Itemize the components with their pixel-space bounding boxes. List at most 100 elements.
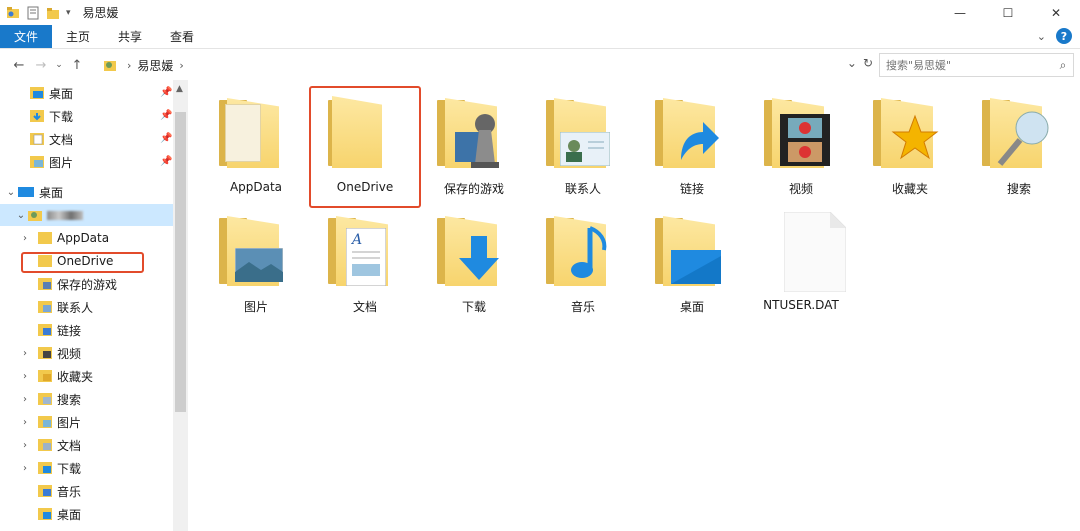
expand-chevron-icon[interactable]: › <box>18 348 32 359</box>
forward-button[interactable]: → <box>30 54 52 76</box>
nav-scroll-up-icon[interactable]: ▲ <box>176 84 183 94</box>
nav-label: 音乐 <box>57 484 82 499</box>
nav-child-item[interactable]: › 搜索 <box>18 388 81 410</box>
up-button[interactable]: ↑ <box>66 54 88 76</box>
download-folder-icon <box>30 110 44 122</box>
collapse-chevron-icon[interactable]: ⌄ <box>4 187 18 198</box>
nav-child-item[interactable]: › 下载 <box>18 457 81 479</box>
address-bar[interactable]: › 易思媛 › ⌄ ↻ <box>102 53 874 77</box>
pictures-folder-icon <box>211 210 301 292</box>
nav-child-item[interactable]: 音乐 <box>18 480 81 502</box>
folder-icon <box>38 347 52 359</box>
file-label: 链接 <box>679 182 704 196</box>
nav-quick-documents[interactable]: 文档 <box>30 128 73 150</box>
nav-quick-downloads[interactable]: 下载 <box>30 105 73 127</box>
quick-access-dropdown-icon[interactable]: ▾ <box>66 8 71 18</box>
address-dropdown-icon[interactable]: ⌄ <box>847 56 857 70</box>
nav-label: AppData <box>57 231 110 245</box>
nav-scrollbar-thumb[interactable] <box>175 112 186 412</box>
search-icon[interactable]: ⌕ <box>1053 58 1073 73</box>
nav-child-item[interactable]: 联系人 <box>18 296 93 318</box>
expand-chevron-icon[interactable]: › <box>18 440 32 451</box>
file-label: NTUSER.DAT <box>763 298 839 312</box>
file-item[interactable]: NTUSER.DAT <box>746 210 856 320</box>
file-item[interactable]: 联系人 <box>528 92 638 202</box>
pictures-folder-icon <box>30 156 44 168</box>
folder-icon <box>38 462 52 474</box>
collapse-chevron-icon[interactable]: ⌄ <box>14 210 28 221</box>
file-label: 搜索 <box>1006 182 1031 196</box>
file-label: 保存的游戏 <box>443 182 504 196</box>
nav-child-item[interactable]: › 视频 <box>18 342 81 364</box>
file-label: AppData <box>229 180 283 194</box>
annotation-highlight <box>309 86 421 208</box>
nav-quick-pictures[interactable]: 图片 <box>30 151 73 173</box>
pin-icon[interactable]: 📌 <box>160 133 172 144</box>
expand-chevron-icon[interactable]: › <box>18 371 32 382</box>
folder-icon <box>38 232 52 244</box>
saved-games-folder-icon <box>429 92 519 174</box>
refresh-icon[interactable]: ↻ <box>863 56 873 70</box>
file-item[interactable]: 收藏夹 <box>855 92 965 202</box>
nav-child-item[interactable]: › 收藏夹 <box>18 365 93 387</box>
nav-child-item[interactable]: › 图片 <box>18 411 81 433</box>
videos-folder-icon <box>756 92 846 174</box>
nav-child-item[interactable]: 保存的游戏 <box>18 273 117 295</box>
file-item[interactable]: 下载 <box>419 210 529 320</box>
close-button[interactable]: ✕ <box>1032 0 1080 25</box>
pin-icon[interactable]: 📌 <box>160 110 172 121</box>
ribbon-tabs: 文件 主页 共享 查看 ⌄ ? <box>0 25 1080 49</box>
file-item[interactable]: 桌面 <box>637 210 747 320</box>
tab-home[interactable]: 主页 <box>52 25 104 48</box>
file-label: 视频 <box>788 182 813 196</box>
breadcrumb-item[interactable]: 易思媛 <box>137 57 173 74</box>
back-button[interactable]: ← <box>8 54 30 76</box>
appdata-folder-icon <box>211 92 301 174</box>
file-item[interactable]: 图片 <box>201 210 311 320</box>
nav-label: 保存的游戏 <box>57 277 118 292</box>
folder-icon <box>38 370 52 382</box>
expand-chevron-icon[interactable]: › <box>18 394 32 405</box>
nav-child-item[interactable]: 桌面 <box>18 503 81 525</box>
folder-icon <box>38 416 52 428</box>
recent-locations-icon[interactable]: ⌄ <box>52 54 66 76</box>
folder-icon <box>38 278 52 290</box>
nav-desktop-root[interactable]: ⌄ 桌面 <box>4 181 63 203</box>
tab-file[interactable]: 文件 <box>0 25 52 48</box>
nav-user-folder[interactable]: ⌄ <box>0 204 173 226</box>
file-label: 音乐 <box>570 300 595 314</box>
file-item[interactable]: AppData <box>201 92 311 202</box>
tab-share[interactable]: 共享 <box>104 25 156 48</box>
pin-icon[interactable]: 📌 <box>160 87 172 98</box>
expand-chevron-icon[interactable]: › <box>18 233 32 244</box>
file-label: 下载 <box>461 300 486 314</box>
expand-chevron-icon[interactable]: › <box>18 417 32 428</box>
pin-icon[interactable]: 📌 <box>160 156 172 167</box>
file-item[interactable]: A 文档 <box>310 210 420 320</box>
maximize-button[interactable]: ☐ <box>984 0 1032 25</box>
new-folder-icon[interactable] <box>46 6 60 20</box>
nav-label: 图片 <box>49 155 74 170</box>
nav-child-item[interactable]: 链接 <box>18 319 81 341</box>
expand-ribbon-icon[interactable]: ⌄ <box>1037 30 1046 43</box>
user-folder-icon <box>28 211 42 221</box>
help-icon[interactable]: ? <box>1056 28 1072 44</box>
search-input[interactable] <box>886 58 1053 72</box>
properties-icon[interactable] <box>26 6 40 20</box>
documents-folder-icon <box>30 133 44 145</box>
file-item[interactable]: 音乐 <box>528 210 638 320</box>
minimize-button[interactable]: — <box>936 0 984 25</box>
file-item[interactable]: 链接 <box>637 92 747 202</box>
search-box[interactable]: ⌕ <box>879 53 1074 77</box>
file-item[interactable]: 保存的游戏 <box>419 92 529 202</box>
folder-icon <box>38 324 52 336</box>
nav-child-item[interactable]: › 文档 <box>18 434 81 456</box>
nav-quick-desktop[interactable]: 桌面 <box>30 82 73 104</box>
file-item[interactable]: 视频 <box>746 92 856 202</box>
breadcrumb-chevron-icon[interactable]: › <box>179 59 183 72</box>
nav-child-item[interactable]: › AppData <box>18 227 109 249</box>
folder-icon <box>38 439 52 451</box>
expand-chevron-icon[interactable]: › <box>18 463 32 474</box>
file-item[interactable]: 搜索 <box>964 92 1074 202</box>
tab-view[interactable]: 查看 <box>156 25 208 48</box>
